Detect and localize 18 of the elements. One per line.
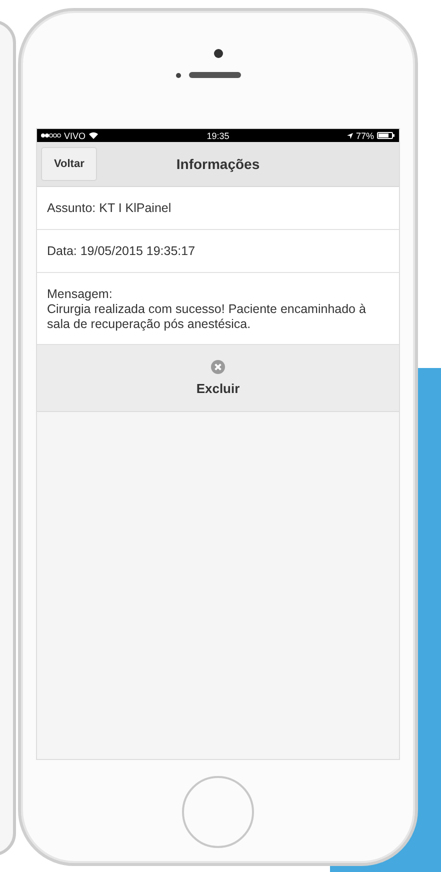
wifi-icon [88, 132, 98, 139]
back-button[interactable]: Voltar [41, 147, 98, 181]
message-text: Cirurgia realizada com sucesso! Paciente encaminhado à sala de recuperação pós anestésica. [47, 302, 367, 332]
signal-icon [41, 133, 61, 138]
clock-time: 19:35 [206, 130, 230, 140]
close-icon [211, 360, 225, 374]
sensor-dot [176, 72, 180, 78]
info-row: Data: 19/05/2015 19:35:17 [37, 230, 399, 273]
speaker-slot [188, 72, 240, 78]
location-arrow-icon [346, 132, 353, 138]
camera-dot [214, 49, 222, 58]
info-row: Assunto: KT I KlPainel [37, 187, 399, 230]
carrier-name: VIVO [64, 130, 86, 140]
delete-button[interactable]: Excluir [37, 344, 399, 412]
message-label: Mensagem: [47, 287, 114, 302]
screen-title: Informações [176, 156, 260, 172]
battery-percent: 77% [356, 130, 374, 140]
battery-icon [377, 132, 395, 139]
